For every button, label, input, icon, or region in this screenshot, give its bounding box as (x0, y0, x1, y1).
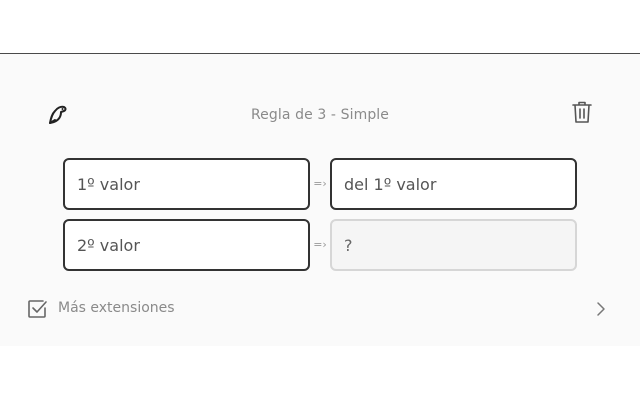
trash-icon[interactable] (570, 99, 594, 125)
more-extensions-link[interactable]: Más extensiones (0, 292, 640, 324)
checkbox-checked-icon (26, 298, 48, 320)
chevron-right-icon (594, 300, 608, 318)
more-extensions-label: Más extensiones (58, 300, 175, 316)
extension-popup: Regla de 3 - Simple =› =› Más extensione… (0, 0, 640, 400)
value1-target-input[interactable] (330, 158, 577, 210)
value1-input[interactable] (63, 158, 310, 210)
value2-input[interactable] (63, 219, 310, 271)
header: Regla de 3 - Simple (0, 95, 640, 135)
bird-icon (44, 101, 70, 127)
arrow-icon: =› (313, 238, 327, 251)
result-field (330, 219, 577, 271)
arrow-icon: =› (313, 177, 327, 190)
page-title: Regla de 3 - Simple (250, 107, 390, 123)
